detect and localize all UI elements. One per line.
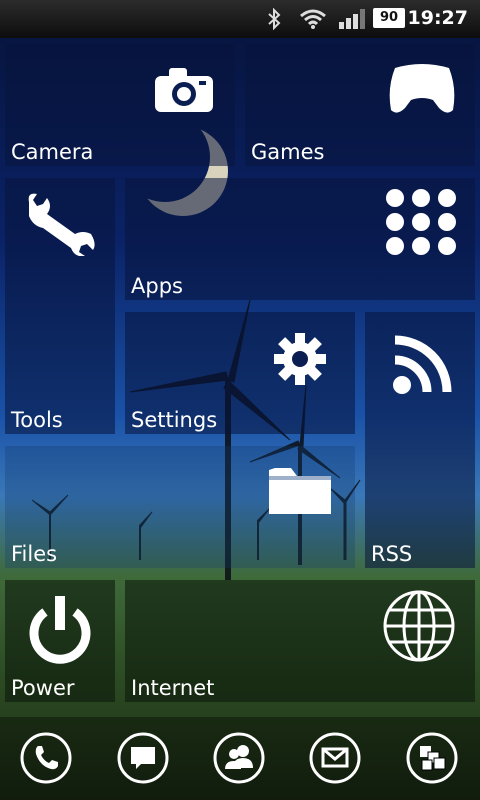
wifi-icon <box>300 9 326 29</box>
tile-label-settings: Settings <box>131 408 218 432</box>
contacts-icon[interactable] <box>213 732 265 784</box>
signal-icon <box>339 9 365 29</box>
tile-label-tools: Tools <box>11 408 63 432</box>
tile-label-rss: RSS <box>371 542 413 566</box>
tile-power[interactable]: Power <box>5 580 115 702</box>
folder-icon <box>269 468 331 514</box>
tile-label-files: Files <box>11 542 58 566</box>
battery-level: 90 <box>379 10 399 25</box>
tile-files[interactable]: Files <box>5 446 355 568</box>
rss-icon <box>393 335 452 394</box>
tile-apps[interactable]: Apps <box>125 178 475 300</box>
tile-label-camera: Camera <box>11 140 94 164</box>
email-icon[interactable] <box>309 732 361 784</box>
camera-icon <box>155 68 213 112</box>
battery-icon: 90 <box>373 8 405 28</box>
bluetooth-icon <box>268 8 281 30</box>
windows-icon[interactable] <box>406 732 458 784</box>
apps-grid-icon <box>386 189 456 255</box>
dock <box>0 717 480 800</box>
tile-internet[interactable]: Internet <box>125 580 475 702</box>
tile-games[interactable]: Games <box>245 44 475 166</box>
power-icon <box>29 596 91 664</box>
globe-icon <box>383 590 455 662</box>
tile-label-power: Power <box>11 676 75 700</box>
wrench-icon <box>28 193 95 256</box>
messages-icon[interactable] <box>117 732 169 784</box>
gear-icon <box>274 333 326 385</box>
tile-settings[interactable]: Settings <box>125 312 355 434</box>
status-time: 19:27 <box>407 7 468 29</box>
tile-rss[interactable]: RSS <box>365 312 475 568</box>
tile-tools[interactable]: Tools <box>5 178 115 434</box>
status-bar: 90 19:27 <box>0 0 480 38</box>
gamepad-icon <box>389 64 455 113</box>
tile-camera[interactable]: Camera <box>5 44 235 166</box>
tile-label-apps: Apps <box>131 274 183 298</box>
tile-label-internet: Internet <box>131 676 215 700</box>
phone-icon[interactable] <box>20 732 72 784</box>
tile-label-games: Games <box>251 140 325 164</box>
